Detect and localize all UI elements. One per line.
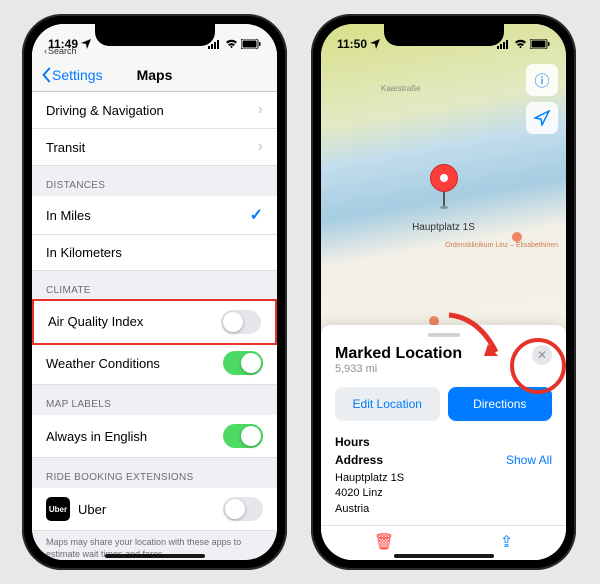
row-uber[interactable]: Uber Uber: [32, 488, 277, 531]
address-row: Address Show All: [335, 453, 552, 471]
uber-icon: Uber: [46, 497, 70, 521]
pin-head-icon: [430, 164, 458, 192]
phone-left: 11:49 Search Settings Maps Driving & Nav…: [22, 14, 287, 570]
poi-pin-icon: [512, 232, 522, 242]
row-label: Driving & Navigation: [46, 103, 164, 118]
row-label: In Kilometers: [46, 245, 122, 260]
hours-heading: Hours: [335, 435, 370, 449]
row-air-quality-index[interactable]: Air Quality Index: [32, 299, 277, 345]
nav-back-label: Settings: [52, 67, 103, 83]
phone-right: 11:50 ⓘ Kaarstraße Ordensklinikum Linz –…: [311, 14, 576, 570]
poi-street: Kaarstraße: [381, 84, 421, 93]
toggle-english[interactable]: [223, 424, 263, 448]
battery-icon: [241, 39, 261, 49]
address-heading: Address: [335, 453, 383, 467]
delete-icon[interactable]: 🗑: [374, 532, 394, 552]
row-transit[interactable]: Transit ›: [32, 129, 277, 166]
toggle-weather[interactable]: [223, 351, 263, 375]
share-icon[interactable]: ⇪: [500, 532, 513, 552]
row-in-miles[interactable]: In Miles ✓: [32, 196, 277, 235]
settings-screen: 11:49 Search Settings Maps Driving & Nav…: [32, 24, 277, 560]
row-label: Weather Conditions: [46, 356, 160, 371]
chevron-left-icon: [40, 67, 52, 83]
toggle-aqi[interactable]: [221, 310, 261, 334]
dropped-pin[interactable]: [430, 164, 458, 209]
annotation-circle: [510, 338, 566, 394]
status-time: 11:50: [337, 37, 367, 51]
nav-title: Maps: [137, 67, 173, 83]
row-always-english[interactable]: Always in English: [32, 415, 277, 458]
edit-location-button[interactable]: Edit Location: [335, 387, 440, 421]
row-label: Uber: [78, 502, 106, 517]
back-to-app[interactable]: Search: [44, 46, 77, 56]
map-overlay: 11:50 ⓘ Kaarstraße Ordensklinikum Linz –…: [321, 24, 566, 560]
chevron-right-icon: ›: [258, 138, 263, 156]
home-indicator[interactable]: [394, 554, 494, 558]
sheet-buttons: Edit Location Directions: [335, 387, 552, 421]
wifi-icon: [514, 39, 527, 49]
wifi-icon: [225, 39, 238, 49]
chevron-right-icon: ›: [258, 101, 263, 119]
poi-ordenklinikum: Ordensklinikum Linz – Elisabethinen: [445, 242, 558, 249]
pin-shadow: [440, 206, 448, 209]
row-label: In Miles: [46, 208, 91, 223]
address-line: Hauptplatz 1S: [335, 471, 552, 486]
maps-screen: 11:50 ⓘ Kaarstraße Ordensklinikum Linz –…: [321, 24, 566, 560]
section-distances: DISTANCES: [32, 166, 277, 196]
section-ride-booking: RIDE BOOKING EXTENSIONS: [32, 458, 277, 488]
toggle-uber[interactable]: [223, 497, 263, 521]
map-controls: ⓘ: [526, 64, 558, 134]
notch: [384, 24, 504, 46]
address-line: Austria: [335, 502, 552, 517]
section-climate: CLIMATE: [32, 271, 277, 301]
address-line: 4020 Linz: [335, 486, 552, 501]
address-block: Hauptplatz 1S 4020 Linz Austria: [335, 471, 552, 517]
row-driving-nav[interactable]: Driving & Navigation ›: [32, 92, 277, 129]
location-icon: [370, 39, 380, 49]
row-in-km[interactable]: In Kilometers: [32, 235, 277, 271]
section-map-labels: MAP LABELS: [32, 385, 277, 415]
row-label: Air Quality Index: [48, 314, 143, 329]
pin-label: Hauptplatz 1S: [412, 222, 475, 233]
nav-bar: Settings Maps: [32, 58, 277, 92]
checkmark-icon: ✓: [250, 205, 263, 225]
battery-icon: [530, 39, 550, 49]
show-all-link[interactable]: Show All: [506, 453, 552, 467]
notch: [95, 24, 215, 46]
map-info-button[interactable]: ⓘ: [526, 64, 558, 96]
row-weather-conditions[interactable]: Weather Conditions: [32, 342, 277, 385]
location-icon: [81, 39, 91, 49]
row-label: Transit: [46, 140, 85, 155]
home-indicator[interactable]: [105, 554, 205, 558]
nav-back-button[interactable]: Settings: [40, 67, 103, 83]
pin-stick: [443, 192, 445, 206]
settings-list[interactable]: Driving & Navigation › Transit › DISTANCES…: [32, 92, 277, 560]
hours-row: Hours: [335, 435, 552, 453]
map-locate-button[interactable]: [526, 102, 558, 134]
annotation-arrow-icon: [444, 310, 514, 370]
row-label: Always in English: [46, 429, 147, 444]
